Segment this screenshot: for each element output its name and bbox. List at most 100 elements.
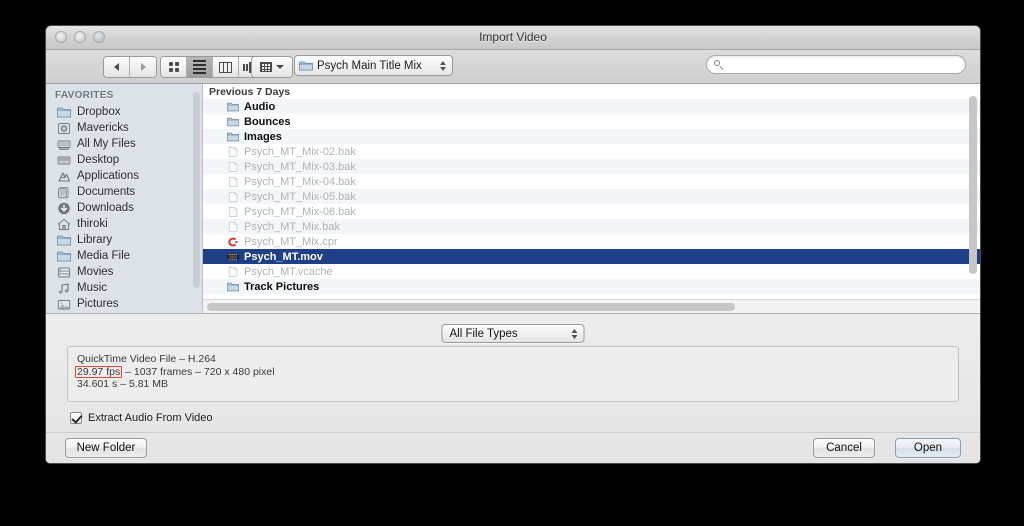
sidebar-item-downloads[interactable]: Downloads [46,200,202,216]
extract-audio-row[interactable]: Extract Audio From Video [70,412,213,424]
chevron-left-icon [114,63,119,71]
sidebar-item-movies[interactable]: Movies [46,264,202,280]
movies-icon [58,267,70,277]
cancel-button[interactable]: Cancel [813,438,875,458]
sidebar-item-label: Downloads [77,202,134,214]
sidebar-item-thiroki[interactable]: thiroki [46,216,202,232]
documents-icon [58,186,69,198]
sidebar-item-all-my-files[interactable]: All My Files [46,136,202,152]
all-my-files-icon [57,140,71,150]
sidebar-item-music[interactable]: Music [46,280,202,296]
sidebar-section-favorites: FAVORITES [55,90,114,101]
document-icon [228,206,238,217]
sidebar-item-documents[interactable]: Documents [46,184,202,200]
extract-audio-checkbox[interactable] [70,412,82,424]
pictures-icon [57,299,71,309]
file-list-row[interactable]: Psych_MT_Mix.cpr [203,234,980,249]
sidebar-item-label: Dropbox [77,106,121,118]
file-name: Images [244,130,282,143]
sidebar-item-label: Media File [77,250,131,262]
chevron-right-icon [140,63,146,71]
column-view-button[interactable] [213,57,239,77]
file-name: Psych_MT_Mix-02.bak [244,145,356,158]
sidebar-item-media-file[interactable]: Media File [46,248,202,264]
document-icon [228,176,238,187]
sidebar-item-label: Documents [77,186,136,198]
file-list-row[interactable]: Psych_MT_Mix-04.bak [203,174,980,189]
file-list-group-header: Previous 7 Days [203,84,980,99]
file-list-row[interactable]: Psych_MT.vcache [203,264,980,279]
desktop-icon [57,156,71,164]
extract-audio-label: Extract Audio From Video [88,412,213,424]
file-list-row[interactable]: Psych_MT_Mix-05.bak [203,189,980,204]
file-name: Psych_MT_Mix-05.bak [244,190,356,203]
search-field[interactable] [706,55,966,74]
horizontal-scroll-thumb[interactable] [207,303,735,311]
file-list-row[interactable]: Psych_MT_Mix.bak [203,219,980,234]
sidebar: FAVORITES Dropbox Mavericks All My Files De… [46,84,203,313]
sidebar-item-applications[interactable]: Applications [46,168,202,184]
downloads-icon [58,202,70,214]
sidebar-item-desktop[interactable]: Desktop [46,152,202,168]
file-list-row[interactable]: Bounces [203,114,980,129]
document-icon [228,191,238,202]
sidebar-scrollbar[interactable] [193,92,200,288]
accessory-panel: All File Types QuickTime Video File – H.… [46,314,980,463]
forward-button[interactable] [130,57,156,77]
video-info-box: QuickTime Video File – H.264 29.97 fps –… [67,346,959,402]
action-menu-button[interactable] [251,56,293,78]
video-frames-line: 29.97 fps – 1037 frames – 720 x 480 pixe… [75,365,958,379]
file-list-row[interactable]: Images [203,129,980,144]
file-name: Audio [244,100,276,113]
path-popup-button[interactable]: Psych Main Title Mix [294,55,453,76]
video-format-line: QuickTime Video File – H.264 [77,353,216,365]
sidebar-item-label: Mavericks [77,122,129,134]
sidebar-item-dropbox[interactable]: Dropbox [46,104,202,120]
file-list-horizontal-scrollbar[interactable] [203,299,980,313]
list-view-button[interactable] [187,57,213,77]
navigation-buttons [103,56,157,78]
new-folder-button[interactable]: New Folder [65,438,147,458]
sidebar-item-library[interactable]: Library [46,232,202,248]
document-icon [228,266,238,277]
back-button[interactable] [104,57,130,77]
home-icon [57,218,71,230]
sidebar-item-label: Applications [77,170,140,182]
divider [46,432,980,433]
disk-icon [58,122,70,134]
file-type-filter-popup[interactable]: All File Types [441,324,585,343]
cubase-project-icon [228,237,238,246]
grid-action-icon [260,62,272,72]
file-list-row[interactable]: Track Pictures [203,279,980,294]
file-list-row[interactable]: Audio [203,99,980,114]
stepper-icon [440,60,446,71]
path-popup-label: Psych Main Title Mix [317,59,422,72]
file-list-row[interactable]: Psych_MT_Mix-03.bak [203,159,980,174]
search-input[interactable] [723,57,965,72]
document-icon [228,221,238,232]
sidebar-item-label: Pictures [77,298,119,310]
sidebar-item-pictures[interactable]: Pictures [46,296,202,312]
import-video-dialog: Import Video Psych Main Title Mix FAVORI… [45,25,981,464]
sidebar-item-label: Desktop [77,154,120,166]
list-view-icon [193,60,206,74]
open-button[interactable]: Open [895,438,961,458]
icon-view-button[interactable] [161,57,187,77]
file-name: Psych_MT_Mix-03.bak [244,160,356,173]
file-list-row[interactable]: Psych_MT_Mix-02.bak [203,144,980,159]
file-list-row[interactable]: Psych_MT_Mix-06.bak [203,204,980,219]
movie-file-icon [227,252,239,261]
file-list-row[interactable]: Psych_MT.mov [203,249,980,264]
folder-icon [299,61,313,71]
file-list-vertical-scrollbar[interactable] [969,96,977,274]
sidebar-item-mavericks[interactable]: Mavericks [46,120,202,136]
file-name: Track Pictures [244,280,320,293]
folder-icon [227,117,239,126]
sidebar-item-label: All My Files [77,138,136,150]
file-name: Psych_MT.mov [244,250,323,263]
chevron-down-icon [276,65,284,69]
applications-icon [58,171,71,182]
file-name: Psych_MT.vcache [244,265,333,278]
file-type-filter-label: All File Types [449,327,518,340]
document-icon [228,161,238,172]
